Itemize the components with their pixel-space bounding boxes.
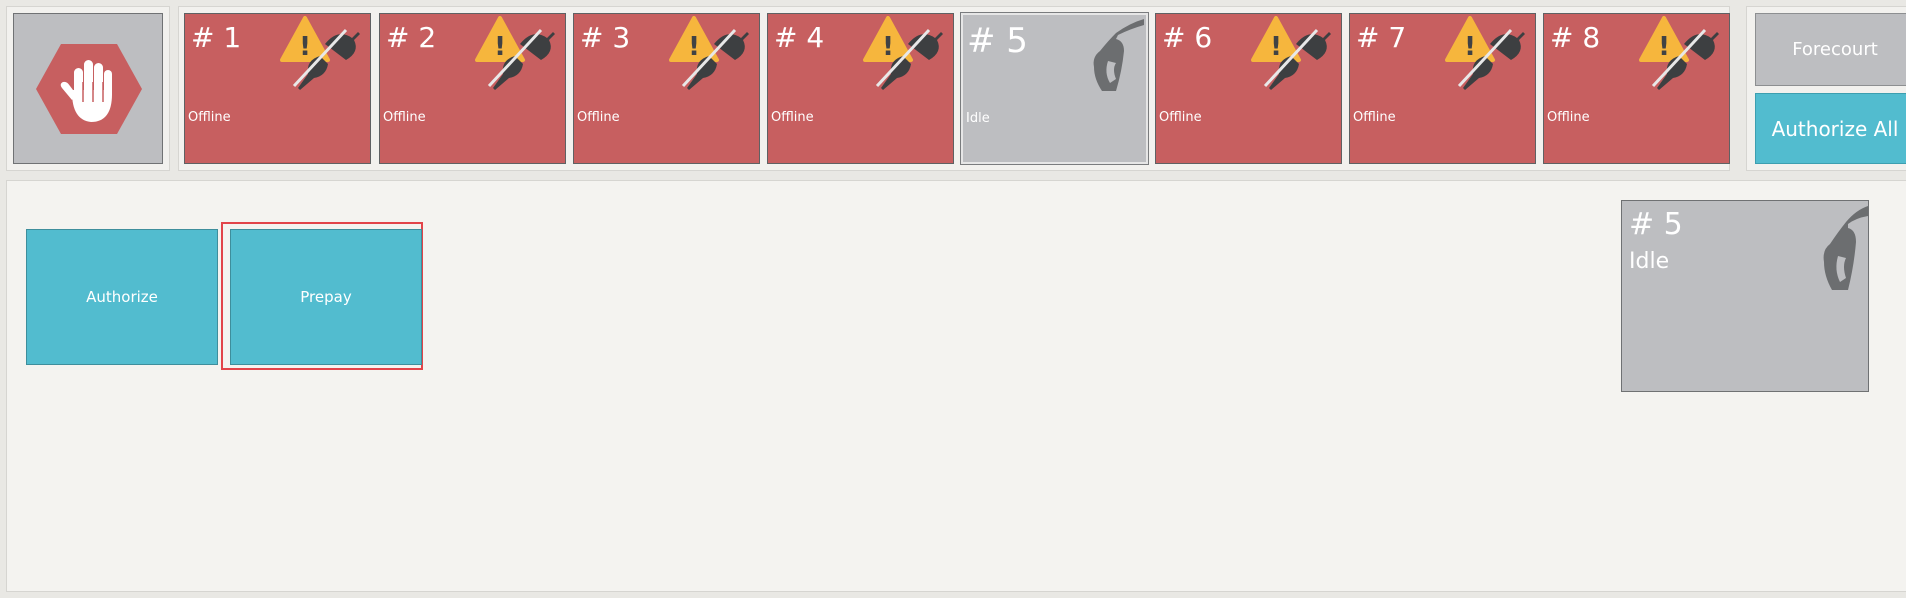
pump-tile-2[interactable]: # 2 Offline ! (379, 13, 566, 164)
pump-status: Offline (1353, 110, 1396, 125)
pump-tile-7[interactable]: # 7 Offline ! (1349, 13, 1536, 164)
svg-text:!: ! (1270, 32, 1282, 62)
emergency-stop-button[interactable] (13, 13, 163, 164)
pump-number: # 3 (580, 21, 631, 54)
warning-unplugged-icon: ! (1639, 16, 1719, 90)
pump-number: # 1 (191, 21, 242, 54)
pump-tile-4[interactable]: # 4 Offline ! (767, 13, 954, 164)
svg-text:!: ! (494, 32, 506, 62)
pump-number: # 6 (1162, 21, 1213, 54)
svg-text:!: ! (1658, 32, 1670, 62)
selected-pump-number: # 5 (1629, 207, 1683, 242)
svg-text:!: ! (882, 32, 894, 62)
authorize-button[interactable]: Authorize (26, 229, 218, 365)
pump-tile-5[interactable]: # 5 Idle (961, 13, 1148, 164)
selected-pump-tile[interactable]: # 5 Idle (1621, 200, 1869, 392)
pump-tile-6[interactable]: # 6 Offline ! (1155, 13, 1342, 164)
warning-unplugged-icon: ! (475, 16, 555, 90)
fuel-nozzle-icon (1823, 206, 1868, 290)
pump-actions-panel: Authorize Prepay # 5 Idle (6, 180, 1906, 592)
pump-tile-3[interactable]: # 3 Offline ! (573, 13, 760, 164)
warning-unplugged-icon: ! (280, 16, 360, 90)
pump-status: Offline (188, 110, 231, 125)
pump-status: Offline (383, 110, 426, 125)
pump-status: Offline (771, 110, 814, 125)
warning-unplugged-icon: ! (1445, 16, 1525, 90)
selected-pump-status: Idle (1629, 249, 1670, 274)
pump-status: Offline (577, 110, 620, 125)
pump-number: # 7 (1356, 21, 1407, 54)
prepay-button[interactable]: Prepay (230, 229, 422, 365)
pumps-strip: # 1 Offline ! # 2 Offline ! # 3 Offline … (178, 6, 1730, 171)
pump-status: Idle (966, 111, 990, 126)
fuel-nozzle-icon (1093, 19, 1144, 91)
warning-unplugged-icon: ! (669, 16, 749, 90)
pump-number: # 4 (774, 21, 825, 54)
pump-status: Offline (1547, 110, 1590, 125)
emergency-stop-panel (6, 6, 170, 171)
svg-text:!: ! (688, 32, 700, 62)
pump-tile-1[interactable]: # 1 Offline ! (184, 13, 371, 164)
warning-unplugged-icon: ! (863, 16, 943, 90)
svg-text:!: ! (299, 32, 311, 62)
forecourt-controls: Forecourt Authorize All (1746, 6, 1906, 171)
pump-number: # 8 (1550, 21, 1601, 54)
pump-number: # 2 (386, 21, 437, 54)
authorize-all-button[interactable]: Authorize All (1755, 93, 1906, 164)
hand-stop-icon (36, 44, 142, 134)
pump-number: # 5 (967, 21, 1028, 61)
pump-tile-8[interactable]: # 8 Offline ! (1543, 13, 1730, 164)
warning-unplugged-icon: ! (1251, 16, 1331, 90)
forecourt-button[interactable]: Forecourt (1755, 13, 1906, 86)
pump-status: Offline (1159, 110, 1202, 125)
svg-text:!: ! (1464, 32, 1476, 62)
